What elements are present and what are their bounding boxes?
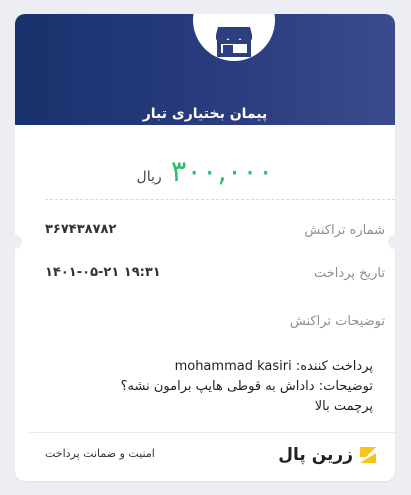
amount-display: ۳۰۰,۰۰۰ ریال xyxy=(15,154,395,188)
payment-date-label: تاریخ پرداخت xyxy=(314,266,385,281)
description-line: توضیحات: داداش به قوطی هایپ برامون نشه؟ xyxy=(120,379,373,394)
transaction-description: پرداخت کننده: mohammad kasiri توضیحات: د… xyxy=(15,357,373,417)
divider xyxy=(45,199,395,200)
zarinpal-brand: زرین پال xyxy=(278,442,377,468)
transaction-number-value: ۳۶۷۴۳۸۷۸۲ xyxy=(45,222,117,237)
ticket-notch-left xyxy=(8,235,22,249)
zarinpal-logo-icon xyxy=(360,447,376,463)
merchant-title: پیمان بختیاری تبار xyxy=(142,106,268,122)
receipt-card: پیمان بختیاری تبار ۳۰۰,۰۰۰ ریال شماره تر… xyxy=(15,14,395,481)
storefront-icon xyxy=(216,27,252,57)
description-line: پرچمت بالا xyxy=(314,399,373,414)
merchant-logo xyxy=(193,14,275,61)
amount-unit: ریال xyxy=(136,169,162,185)
transaction-number-label: شماره تراکنش xyxy=(304,223,385,238)
footer-divider xyxy=(29,432,395,433)
amount-value: ۳۰۰,۰۰۰ xyxy=(170,154,274,188)
security-text: امنیت و ضمانت پرداخت xyxy=(45,447,155,460)
ticket-notch-right xyxy=(388,235,402,249)
receipt-header: پیمان بختیاری تبار xyxy=(15,14,395,125)
payment-date-value: ۱۴۰۱-۰۵-۲۱ ۱۹:۳۱ xyxy=(45,265,161,280)
description-line: پرداخت کننده: mohammad kasiri xyxy=(174,359,373,374)
transaction-description-label: توضیحات تراکنش xyxy=(289,314,385,329)
brand-name: زرین پال xyxy=(278,445,353,465)
